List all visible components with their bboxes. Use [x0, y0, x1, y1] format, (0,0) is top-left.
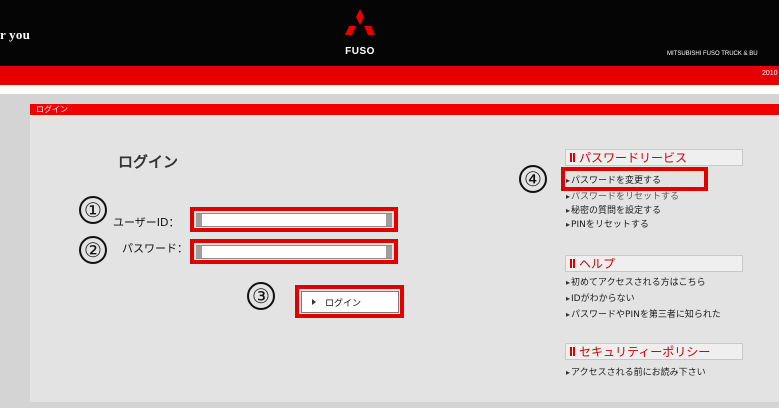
red-bar-text: 2010: [762, 70, 778, 77]
login-heading: ログイン: [118, 153, 179, 171]
brand-name: FUSO: [345, 46, 375, 57]
security-policy-header: セキュリティーポリシー: [565, 343, 743, 360]
annotation-4: ④: [519, 165, 547, 193]
section-title: セキュリティーポリシー: [579, 345, 711, 359]
annotation-2: ②: [79, 236, 107, 264]
link-credentials-leaked[interactable]: パスワードやPINを第三者に知られた: [566, 309, 721, 321]
bars-icon: [570, 347, 576, 356]
header-gap: [0, 85, 779, 94]
bars-icon: [570, 259, 576, 268]
help-header: ヘルプ: [565, 255, 743, 272]
link-first-access[interactable]: 初めてアクセスされる方はこちら: [566, 277, 706, 289]
user-id-label: ユーザーID：: [113, 216, 180, 229]
link-reset-pin[interactable]: PINをリセットする: [566, 219, 649, 231]
bars-icon: [570, 153, 576, 162]
link-forgot-id[interactable]: IDがわからない: [566, 293, 635, 305]
section-title: ヘルプ: [579, 257, 616, 271]
three-diamonds-icon: [345, 9, 375, 35]
highlight-login-button: [295, 285, 404, 318]
tagline: r you: [0, 27, 31, 42]
annotation-3: ③: [247, 282, 275, 310]
panel-title: ログイン: [36, 105, 68, 114]
password-label: パスワード：: [122, 242, 188, 255]
highlight-user-id: [190, 207, 398, 232]
top-header: [0, 0, 779, 66]
fuso-logo[interactable]: FUSO: [338, 9, 382, 59]
company-name: MITSUBISHI FUSO TRUCK & BU: [667, 51, 758, 57]
section-title: パスワードリービス: [579, 151, 688, 165]
link-read-before-access[interactable]: アクセスされる前にお読み下さい: [566, 367, 706, 379]
password-service-header: パスワードリービス: [565, 149, 743, 166]
link-set-secret-question[interactable]: 秘密の質問を設定する: [566, 205, 661, 217]
highlight-change-password: [561, 167, 708, 191]
red-nav-bar: [0, 66, 779, 85]
highlight-password: [190, 239, 398, 264]
panel-header: [30, 104, 779, 115]
annotation-1: ①: [79, 196, 107, 224]
link-reset-password[interactable]: パスワードをリセットする: [566, 191, 679, 203]
